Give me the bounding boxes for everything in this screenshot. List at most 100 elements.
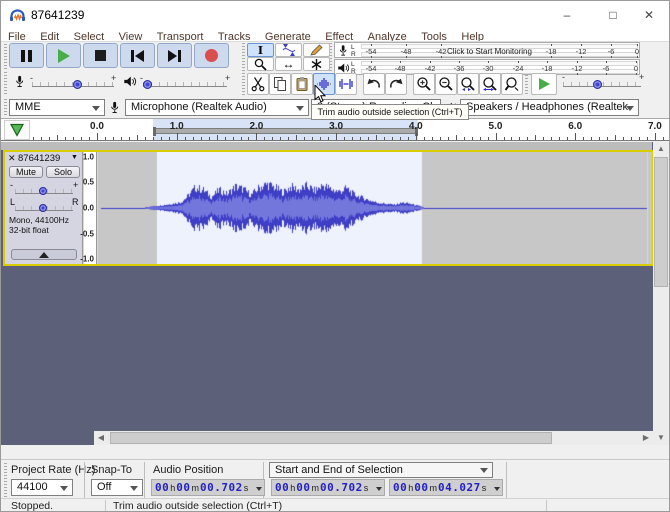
selbar-gripper[interactable] [4,463,7,497]
scroll-up-icon[interactable]: ▲ [653,142,669,156]
time-shift-tool-button[interactable]: ↔ [275,57,302,71]
chevron-down-icon [626,106,634,111]
track-format-line2: 32-bit float [9,225,49,235]
speed-gripper[interactable] [525,75,528,96]
playback-device-select[interactable]: Speakers / Headphones (Realtek [460,99,639,116]
pause-button[interactable] [9,43,44,68]
vertical-scroll-thumb[interactable] [654,157,668,287]
gain-thumb[interactable] [39,187,47,195]
project-rate-select[interactable]: 44100 [11,479,73,496]
fit-selection-button[interactable] [457,73,479,95]
chevron-down-icon [480,468,488,473]
vertical-scrollbar[interactable]: ▲ ▼ [653,142,669,445]
waveform-area[interactable] [98,152,652,264]
timeline-tick [456,135,457,140]
track-close-icon[interactable]: ✕ [8,153,16,164]
record-button[interactable] [194,43,229,68]
zoom-out-button[interactable] [435,73,457,95]
gain-plus-label: + [73,180,78,190]
pan-thumb[interactable] [39,204,47,212]
skip-to-start-button[interactable] [120,43,155,68]
track-control-panel[interactable]: ✕ 87641239 ▼ Mute Solo - + L R Mono, 441… [5,152,83,264]
track-title[interactable]: 87641239 [18,153,68,164]
selection-end-field[interactable]: 00h00m04.027s [389,479,503,496]
zoom-toggle-icon [504,76,520,92]
meter-tick [606,73,607,75]
timeline-tick [352,137,353,140]
toolbar-dock: I ↔ L R Click to Start Monitoring -54-48… [1,41,669,97]
undo-button[interactable] [363,73,385,95]
cut-button[interactable] [247,73,269,95]
device-gripper[interactable] [4,99,7,117]
play-speed-slider[interactable] [563,82,641,87]
play-at-speed-button[interactable] [531,73,557,95]
track-area-top-strip [1,142,652,150]
playback-volume-thumb[interactable] [143,80,152,89]
zoom-in-button[interactable] [413,73,435,95]
meter-tick [371,61,372,63]
recording-device-select[interactable]: Microphone (Realtek Audio) [125,99,309,116]
audio-host-select[interactable]: MME [9,99,105,116]
waveform-canvas[interactable] [98,152,652,264]
timeline-tick [376,135,377,140]
play-button[interactable] [46,43,81,68]
menu-bar: File Edit Select View Transport Tracks G… [1,27,669,41]
selection-start-handle[interactable] [153,127,156,136]
selection-tool-button[interactable]: I [247,43,274,57]
timeline-ruler[interactable]: 0.01.02.03.04.05.06.07.0 [1,119,669,141]
play-speed-thumb[interactable] [593,80,602,89]
monitor-prompt[interactable]: Click to Start Monitoring [447,47,532,56]
zoom-tool-button[interactable] [247,57,274,71]
maximize-button[interactable]: □ [593,1,633,29]
redo-button[interactable] [385,73,407,95]
meter-tick-label: -12 [572,64,583,73]
paste-button[interactable] [291,73,313,95]
track-vertical-ruler[interactable]: 1.0 0.5 0.0 -0.5 -1.0 [84,152,97,264]
track-area[interactable]: ✕ 87641239 ▼ Mute Solo - + L R Mono, 441… [1,142,669,445]
record-icon [205,49,218,62]
timeline-options-button[interactable] [4,120,30,140]
chevron-down-icon [256,487,262,491]
mixer-gripper[interactable] [4,72,7,96]
zoom-toggle-button[interactable] [501,73,523,95]
envelope-tool-button[interactable] [275,43,302,57]
snap-to-select[interactable]: Off [91,479,143,496]
fit-project-button[interactable] [479,73,501,95]
scroll-right-icon[interactable]: ▶ [639,431,653,445]
tools-gripper[interactable] [242,43,245,71]
minimize-button[interactable]: – [547,1,587,29]
horizontal-scrollbar[interactable]: ◀ ▶ [94,431,653,445]
recording-meter[interactable]: L R Click to Start Monitoring -54-48-42-… [334,42,640,58]
timeline-tick [511,137,512,140]
copy-button[interactable] [269,73,291,95]
silence-audio-button[interactable] [335,73,357,95]
transport-gripper[interactable] [4,44,7,69]
quick-play-bar[interactable] [153,128,418,134]
solo-button[interactable]: Solo [46,166,80,178]
timeline-tick [583,137,584,140]
scroll-left-icon[interactable]: ◀ [94,431,108,445]
meter-tick [459,61,460,63]
meter-tick [636,61,637,63]
meter-tick [406,56,407,58]
audio-track[interactable]: ✕ 87641239 ▼ Mute Solo - + L R Mono, 441… [3,150,653,266]
horizontal-scroll-thumb[interactable] [110,432,552,444]
close-button[interactable]: ✕ [629,1,669,29]
selection-mode-select[interactable]: Start and End of Selection [269,462,493,478]
selection-start-field[interactable]: 00h00m00.702s [271,479,385,496]
multi-tool-button[interactable] [303,57,330,71]
edit-gripper[interactable] [242,73,245,96]
mute-button[interactable]: Mute [9,166,43,178]
audio-position-field[interactable]: 00h00m00.702s [151,479,265,496]
track-menu-icon[interactable]: ▼ [71,154,78,161]
meter-tick [430,61,431,63]
recording-volume-thumb[interactable] [73,80,82,89]
scroll-down-icon[interactable]: ▼ [653,431,669,445]
timeline-tick [543,137,544,140]
draw-tool-button[interactable] [303,43,330,57]
playback-volume-slider[interactable] [143,82,227,87]
timeline-label: 4.0 [409,121,423,132]
stop-button[interactable] [83,43,118,68]
skip-to-end-button[interactable] [157,43,192,68]
collapse-track-button[interactable] [11,249,77,260]
